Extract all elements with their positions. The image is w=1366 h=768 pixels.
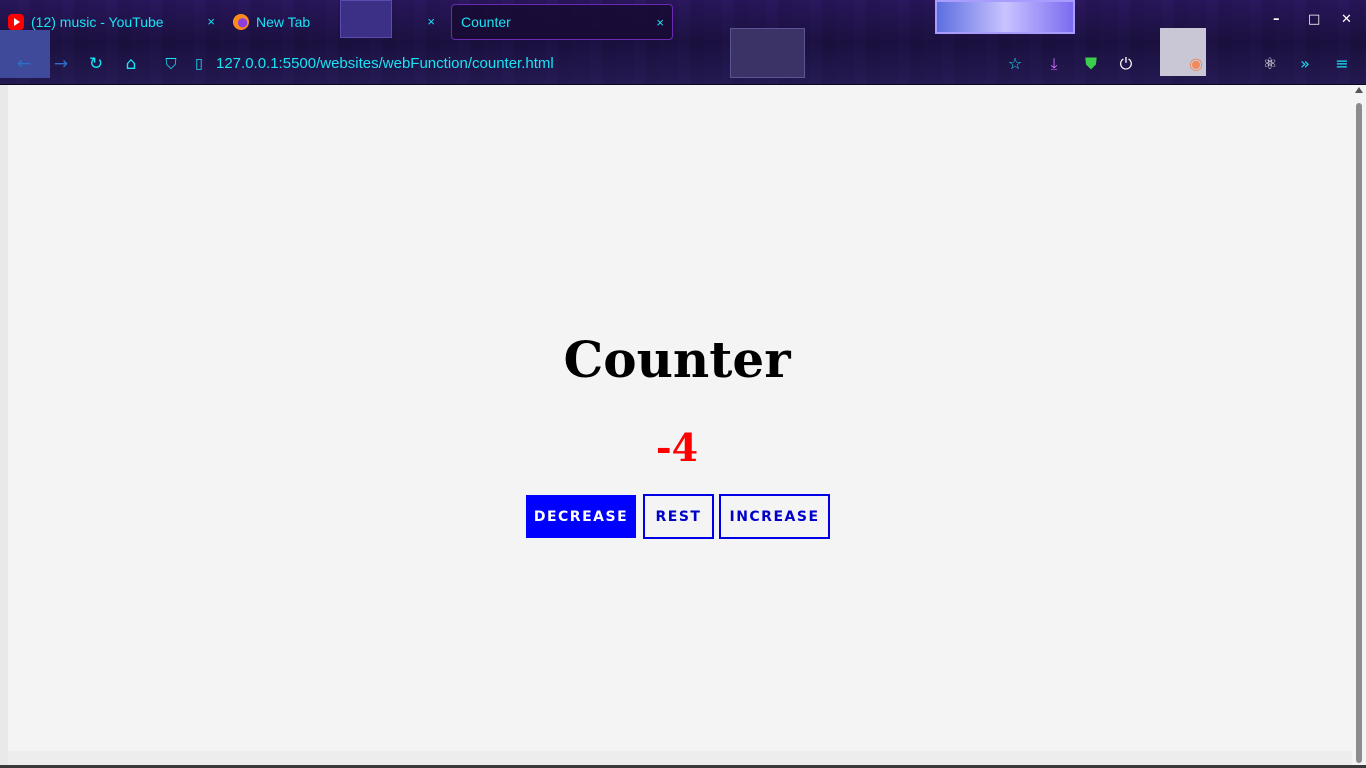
scrollbar-thumb[interactable] — [1356, 103, 1362, 763]
close-tab-icon[interactable]: × — [656, 15, 664, 30]
close-tab-icon[interactable]: × — [427, 14, 435, 29]
extension-icon[interactable]: ◉ — [1185, 53, 1207, 75]
tab-label: Counter — [461, 14, 511, 30]
close-window-icon[interactable]: ✕ — [1341, 12, 1352, 27]
minimize-icon[interactable]: – — [1273, 12, 1280, 27]
firefox-icon — [233, 14, 249, 30]
vertical-scrollbar[interactable] — [1352, 85, 1366, 768]
ublock-shield-icon[interactable]: ⛊ — [1080, 53, 1102, 75]
tab-new-tab[interactable]: New Tab × — [233, 4, 443, 40]
react-devtools-icon[interactable]: ⚛ — [1259, 53, 1281, 75]
page-icon: ▯ — [195, 56, 203, 72]
power-icon[interactable]: ⏻ — [1115, 53, 1137, 75]
bookmark-star-icon[interactable]: ☆ — [1004, 53, 1026, 75]
tab-youtube[interactable]: (12) music - YouTube × — [8, 4, 223, 40]
page-title: Counter — [563, 330, 791, 389]
home-icon[interactable]: ⌂ — [120, 53, 142, 75]
back-arrow-icon[interactable]: ← — [13, 53, 35, 75]
tab-label: New Tab — [256, 14, 311, 30]
menu-icon[interactable]: ≡ — [1331, 53, 1353, 75]
decrease-button[interactable]: DECREASE — [526, 495, 636, 538]
close-tab-icon[interactable]: × — [207, 14, 215, 29]
browser-chrome: (12) music - YouTube × New Tab × Counter… — [0, 0, 1366, 85]
downloads-icon[interactable]: ⤓ — [1043, 53, 1065, 75]
youtube-icon — [8, 14, 24, 30]
counter-value: -4 — [655, 425, 699, 470]
tab-bar: (12) music - YouTube × New Tab × Counter… — [0, 0, 1366, 44]
tab-label: (12) music - YouTube — [31, 14, 164, 30]
shield-icon[interactable]: ⛉ — [160, 53, 182, 75]
maximize-icon[interactable]: □ — [1308, 12, 1320, 27]
forward-arrow-icon[interactable]: → — [50, 53, 72, 75]
reset-button[interactable]: REST — [643, 494, 714, 539]
url-bar[interactable]: 127.0.0.1:5500/websites/webFunction/coun… — [216, 55, 554, 72]
reload-icon[interactable]: ↻ — [85, 53, 107, 75]
navigation-bar: ← → ↻ ⌂ ⛉ ▯ 127.0.0.1:5500/websites/webF… — [0, 44, 1366, 84]
page-bottom-edge — [8, 751, 1352, 765]
increase-button[interactable]: INCREASE — [719, 494, 830, 539]
overflow-chevron-icon[interactable]: » — [1294, 53, 1316, 75]
tab-counter[interactable]: Counter × — [451, 4, 673, 40]
scroll-up-arrow-icon[interactable] — [1355, 87, 1363, 93]
page-viewport: Counter -4 DECREASE REST INCREASE — [0, 85, 1366, 768]
